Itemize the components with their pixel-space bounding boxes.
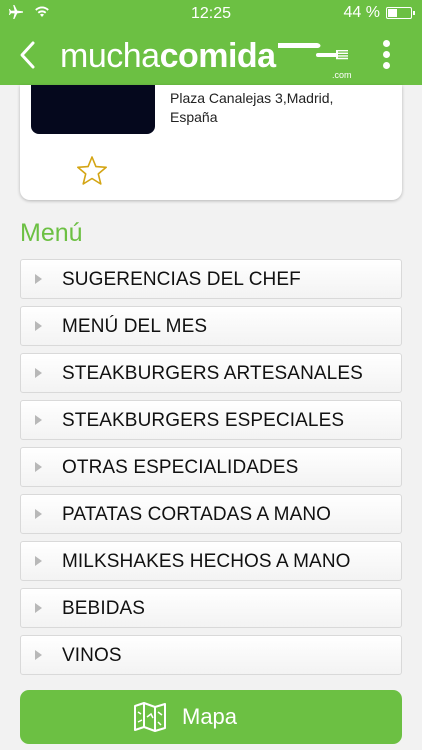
triangle-right-icon bbox=[35, 321, 42, 331]
status-right: 44 % bbox=[343, 4, 415, 22]
menu-item-label: OTRAS ESPECIALIDADES bbox=[62, 457, 299, 478]
restaurant-address: Plaza Canalejas 3,Madrid, España bbox=[170, 85, 390, 127]
triangle-right-icon bbox=[35, 368, 42, 378]
menu-item[interactable]: MENÚ DEL MES bbox=[20, 306, 402, 346]
restaurant-card: Plaza Canalejas 3,Madrid, España bbox=[20, 85, 402, 200]
menu-item[interactable]: OTRAS ESPECIALIDADES bbox=[20, 447, 402, 487]
logo-text-mucha: mucha bbox=[60, 37, 160, 75]
menu-item-label: MENÚ DEL MES bbox=[62, 316, 208, 337]
back-chevron-icon bbox=[20, 41, 35, 69]
map-icon bbox=[134, 702, 166, 732]
triangle-right-icon bbox=[35, 415, 42, 425]
triangle-right-icon bbox=[35, 509, 42, 519]
battery-icon bbox=[386, 7, 415, 19]
app-logo: mucha comida .com bbox=[60, 37, 352, 80]
menu-item[interactable]: STEAKBURGERS ARTESANALES bbox=[20, 353, 402, 393]
more-options-button[interactable] bbox=[380, 40, 392, 74]
menu-item-label: MILKSHAKES HECHOS A MANO bbox=[62, 551, 351, 572]
logo-text-comida: comida bbox=[159, 37, 277, 75]
map-button[interactable]: Mapa bbox=[20, 690, 402, 744]
menu-item[interactable]: SUGERENCIAS DEL CHEF bbox=[20, 259, 402, 299]
app-header: mucha comida .com bbox=[0, 28, 422, 85]
restaurant-image[interactable] bbox=[31, 85, 155, 134]
menu-item-label: VINOS bbox=[62, 645, 122, 666]
address-line-2: España bbox=[170, 109, 218, 125]
triangle-right-icon bbox=[35, 650, 42, 660]
menu-item-label: PATATAS CORTADAS A MANO bbox=[62, 504, 332, 525]
menu-item-label: STEAKBURGERS ARTESANALES bbox=[62, 363, 363, 384]
menu-title: Menú bbox=[20, 219, 83, 247]
menu-item-label: SUGERENCIAS DEL CHEF bbox=[62, 269, 301, 290]
address-line-1: Plaza Canalejas 3,Madrid, bbox=[170, 90, 334, 106]
triangle-right-icon bbox=[35, 603, 42, 613]
status-bar: 12:25 44 % bbox=[0, 0, 422, 28]
more-vertical-icon bbox=[380, 40, 392, 69]
battery-fill bbox=[388, 9, 397, 17]
battery-percent: 44 % bbox=[343, 4, 380, 21]
menu-item[interactable]: BEBIDAS bbox=[20, 588, 402, 628]
star-outline-icon[interactable] bbox=[76, 155, 108, 187]
menu-item[interactable]: PATATAS CORTADAS A MANO bbox=[20, 494, 402, 534]
map-button-label: Mapa bbox=[182, 704, 238, 729]
battery-nub bbox=[413, 11, 415, 15]
menu-item[interactable]: MILKSHAKES HECHOS A MANO bbox=[20, 541, 402, 581]
menu-list: SUGERENCIAS DEL CHEF MENÚ DEL MES STEAKBUR… bbox=[20, 259, 402, 682]
menu-item[interactable]: STEAKBURGERS ESPECIALES bbox=[20, 400, 402, 440]
menu-item-label: STEAKBURGERS ESPECIALES bbox=[62, 410, 345, 431]
menu-item[interactable]: VINOS bbox=[20, 635, 402, 675]
logo-text-dotcom: .com bbox=[332, 70, 352, 80]
menu-item-label: BEBIDAS bbox=[62, 598, 146, 619]
triangle-right-icon bbox=[35, 556, 42, 566]
triangle-right-icon bbox=[35, 462, 42, 472]
back-button[interactable] bbox=[14, 38, 44, 72]
triangle-right-icon bbox=[35, 274, 42, 284]
fork-knife-icon bbox=[278, 43, 348, 60]
